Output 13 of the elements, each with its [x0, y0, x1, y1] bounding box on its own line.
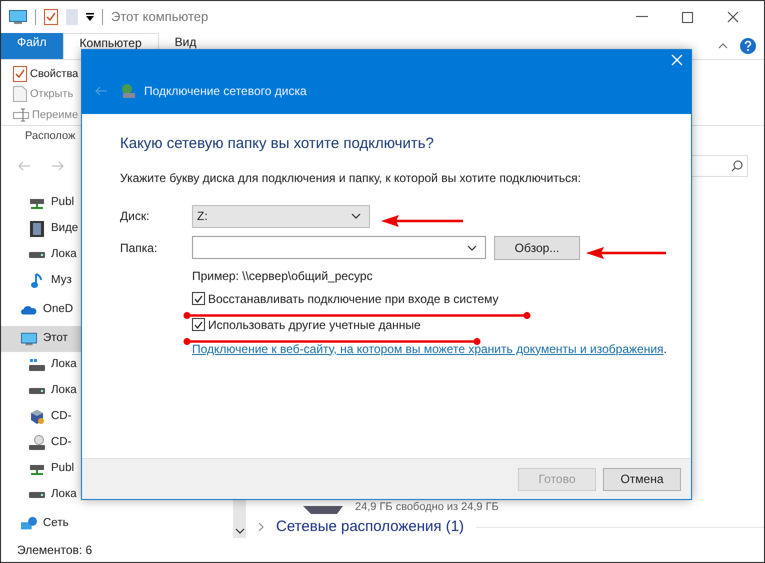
drive-free-space: 24,9 ГБ свободно из 24,9 ГБ	[355, 500, 499, 514]
field-label: Папка:	[120, 240, 158, 256]
instruction-text: Укажите букву диска для подключения и папку, к которой вы хотите подключиться:	[120, 170, 582, 186]
status-text: Элементов: 6	[17, 542, 92, 559]
checkbox-label: Использовать другие учетные данные	[208, 316, 421, 334]
ribbon-group-label: Располож	[25, 128, 76, 144]
dialog-title: Подключение сетевого диска	[144, 83, 307, 100]
dialog-heading: Какую сетевую папку вы хотите подключить?	[120, 134, 435, 154]
checkbox-label: Восстанавливать подключение при входе в систему	[208, 290, 499, 308]
field-label: Диск:	[120, 208, 150, 225]
example-text: Пример: \\сервер\общий_ресурс	[192, 268, 374, 284]
link-period: .	[664, 342, 667, 356]
window-title: Этот компьютер	[111, 8, 208, 26]
